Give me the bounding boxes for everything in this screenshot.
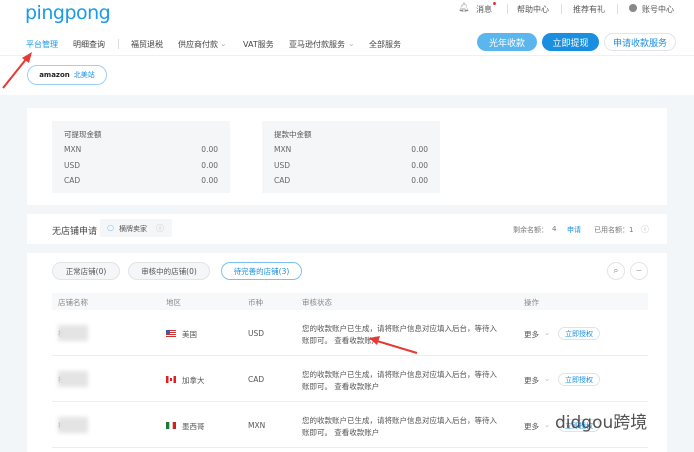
referral-link[interactable]: 推荐有礼 (573, 4, 605, 15)
eye-closed-icon[interactable]: ⌣ (630, 262, 648, 280)
store-apply-card: 无店铺申请 ○ 横牌卖家 ⓘ 剩余名额： 4 申请 已用名额：1 ⓘ (27, 214, 667, 244)
nav-supplier-payment[interactable]: 供应商付款 (178, 39, 218, 50)
currency: MXN (274, 145, 291, 154)
currency: MXN (64, 145, 81, 154)
tab-incomplete-stores[interactable]: 待完善的店铺(3) (221, 262, 302, 280)
help-link[interactable]: 帮助中心 (517, 4, 549, 15)
col-currency: 币种 (248, 297, 263, 308)
amazon-logo: amazon (39, 71, 70, 79)
amount: 0.00 (201, 145, 218, 154)
watermark: didgou跨境 (555, 408, 647, 433)
more-dropdown[interactable]: 更多 (524, 375, 539, 386)
messages-link[interactable]: 消息 (476, 4, 492, 15)
status-text: 您的收款账户已生成，请将账户信息对应填入后台，等待入账即可。 查看收款账户 (302, 415, 502, 439)
amount: 0.00 (411, 145, 428, 154)
apply-service-button[interactable]: 申请收款服务 (604, 33, 676, 51)
search-icon[interactable]: ⌕ (607, 262, 625, 280)
withdrawable-box: 可提现金额 MXN 0.00 USD 0.00 CAD 0.00 (52, 121, 230, 193)
unread-dot (493, 2, 496, 5)
chevron-down-icon: ⌄ (220, 39, 227, 48)
view-account-link[interactable]: 查看收款账户 (334, 382, 379, 391)
divider (0, 55, 694, 56)
currency: USD (64, 161, 80, 170)
col-store-name: 店铺名称 (58, 297, 88, 308)
canada-flag-icon (166, 376, 176, 383)
nav-tax-refund[interactable]: 福贸退税 (131, 39, 163, 50)
nav-platform[interactable]: 平台管理 (26, 39, 58, 50)
withdraw-button[interactable]: 立即提现 (542, 33, 599, 51)
guangnian-button[interactable]: 光年收款 (477, 33, 537, 51)
table-row: 栢 美国 USD 您的收款账户已生成，请将账户信息对应填入后台，等待入账即可。 … (52, 311, 648, 356)
brand-seller-tag[interactable]: ○ 横牌卖家 ⓘ (100, 219, 172, 237)
amount: 0.00 (201, 161, 218, 170)
currency: USD (248, 329, 264, 338)
chevron-down-icon: ⌄ (544, 374, 550, 383)
currency: CAD (64, 176, 80, 185)
nav-vat[interactable]: VAT服务 (243, 39, 274, 50)
status-text: 您的收款账户已生成，请将账户信息对应填入后台，等待入账即可。 查看收款账户 (302, 369, 502, 393)
chevron-down-icon: ⌄ (544, 328, 550, 337)
authorize-button[interactable]: 立即授权 (558, 327, 600, 340)
table-row: 栢 加拿大 CAD 您的收款账户已生成，请将账户信息对应填入后台，等待入账即可。… (52, 357, 648, 402)
help-icon[interactable]: ⓘ (156, 223, 164, 234)
withdrawing-box: 提款中金额 MXN 0.00 USD 0.00 CAD 0.00 (262, 121, 440, 193)
nav-all-services[interactable]: 全部服务 (369, 39, 401, 50)
balance-card: 可提现金额 MXN 0.00 USD 0.00 CAD 0.00 提款中金额 MXN 0… (27, 108, 667, 205)
col-actions: 操作 (524, 297, 539, 308)
circle-icon: ○ (107, 223, 114, 232)
more-dropdown[interactable]: 更多 (524, 421, 539, 432)
status-message: 您的收款账户已生成，请将账户信息对应填入后台，等待入账即可。 (302, 370, 497, 391)
annotation-arrow (0, 50, 40, 92)
brand-seller-label: 横牌卖家 (119, 224, 147, 234)
remaining-label: 剩余名额： (513, 225, 548, 235)
mexico-flag-icon (166, 422, 176, 429)
bell-icon[interactable]: 🔔︎ (458, 3, 469, 13)
amount: 0.00 (201, 176, 218, 185)
currency: CAD (248, 375, 264, 384)
chevron-down-icon: ⌄ (544, 420, 550, 429)
header: pingpong 🔔︎ 消息 帮助中心 推荐有礼 账号中心 平台管理 明细查询 … (0, 0, 694, 95)
table-header: 店铺名称 地区 币种 审核状态 操作 (52, 293, 648, 310)
more-dropdown[interactable]: 更多 (524, 329, 539, 340)
col-region: 地区 (166, 297, 181, 308)
used-count: 已用名额：1 (594, 225, 633, 235)
logo[interactable]: pingpong (25, 2, 110, 24)
status-message: 您的收款账户已生成，请将账户信息对应填入后台，等待入账即可。 (302, 416, 497, 437)
currency: CAD (274, 176, 290, 185)
annotation-arrow (365, 334, 420, 356)
amount: 0.00 (411, 161, 428, 170)
authorize-button[interactable]: 立即授权 (558, 373, 600, 386)
chevron-down-icon: ⌄ (348, 39, 355, 48)
box-title: 可提现金额 (64, 129, 102, 140)
tab-reviewing-stores[interactable]: 审核中的店铺(0) (128, 262, 210, 280)
view-account-link[interactable]: 查看收款账户 (334, 428, 379, 437)
amount: 0.00 (411, 176, 428, 185)
region: 加拿大 (182, 375, 205, 386)
box-title: 提款中金额 (274, 129, 312, 140)
currency: USD (274, 161, 290, 170)
account-link[interactable]: 账号中心 (642, 4, 674, 15)
currency: MXN (248, 421, 265, 430)
region-label: 北美站 (74, 70, 95, 80)
col-status: 审核状态 (302, 297, 332, 308)
account-icon (629, 4, 637, 12)
nav-amazon-payment[interactable]: 亚马逊付款服务 (289, 39, 345, 50)
store-apply-title: 无店铺申请 (52, 224, 97, 237)
us-flag-icon (166, 330, 176, 337)
tab-normal-stores[interactable]: 正常店铺(0) (52, 262, 120, 280)
region: 美国 (182, 329, 197, 340)
help-icon[interactable]: ⓘ (641, 224, 649, 235)
nav-details[interactable]: 明细查询 (73, 39, 105, 50)
apply-link[interactable]: 申请 (567, 225, 581, 235)
remaining-count: 4 (552, 225, 556, 233)
region: 墨西哥 (182, 421, 205, 432)
